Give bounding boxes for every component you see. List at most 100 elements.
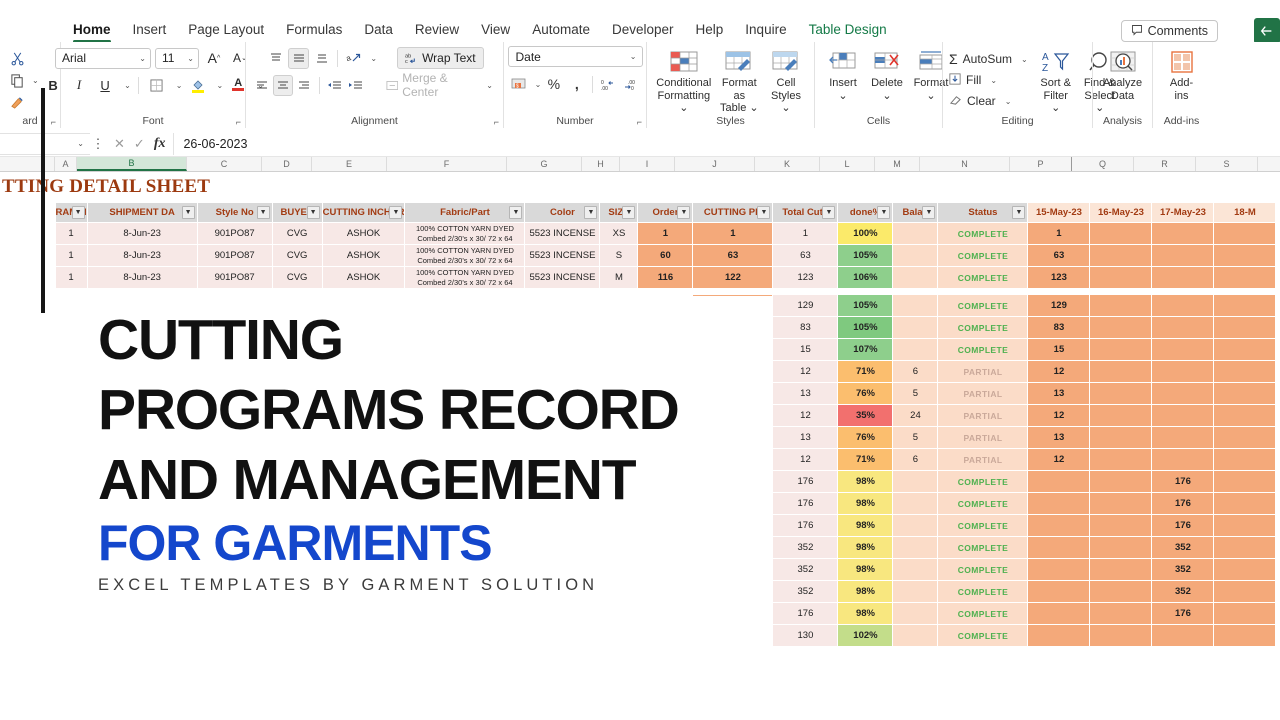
cell-shipment-date[interactable]: 8-Jun-23	[87, 223, 197, 245]
cell-balance[interactable]	[893, 515, 938, 537]
cell-color[interactable]: 5523 INCENSE	[525, 245, 600, 267]
decrease-decimal-button[interactable]: .000	[621, 74, 642, 95]
cancel-entry-button[interactable]: ✕	[114, 136, 125, 152]
cell-total-cutting[interactable]: 13	[773, 383, 838, 405]
column-header-G[interactable]: G	[507, 157, 582, 171]
align-left-button[interactable]	[252, 75, 271, 96]
cell-date-18may[interactable]	[1214, 339, 1276, 361]
cell-status[interactable]: COMPLETE	[938, 267, 1028, 289]
font-size-input[interactable]: 11 ⌄	[155, 48, 199, 69]
cell-date-18may[interactable]	[1214, 581, 1276, 603]
increase-font-size-button[interactable]: A^	[203, 48, 225, 69]
cell-cutting-incharge[interactable]: ASHOK	[322, 245, 405, 267]
cell-date-16may[interactable]	[1090, 267, 1152, 289]
clipboard-dialog-launcher[interactable]: ⌐	[51, 117, 56, 127]
fill-button[interactable]: Fill ⌄	[949, 70, 1028, 90]
filter-dropdown-icon[interactable]: ▼	[389, 206, 402, 219]
cell-balance[interactable]	[893, 339, 938, 361]
cell-shipment-date[interactable]: 8-Jun-23	[87, 267, 197, 289]
column-header-D[interactable]: D	[262, 157, 312, 171]
cell-date-17may[interactable]: 352	[1152, 537, 1214, 559]
cell-balance[interactable]: 5	[893, 427, 938, 449]
cell-size[interactable]: M	[600, 267, 638, 289]
cell-status[interactable]: PARTIAL	[938, 361, 1028, 383]
cell-date-16may[interactable]	[1090, 471, 1152, 493]
cell-done-percent[interactable]: 98%	[838, 493, 893, 515]
wrap-text-button[interactable]: abc Wrap Text	[397, 47, 484, 69]
cell-status[interactable]: PARTIAL	[938, 383, 1028, 405]
bold-button[interactable]: B	[42, 75, 64, 96]
cell-done-percent[interactable]: 71%	[838, 361, 893, 383]
cell-date-18may[interactable]	[1214, 361, 1276, 383]
cell-style-no[interactable]: 901PO87	[197, 267, 272, 289]
cell-total-cutting[interactable]: 130	[773, 625, 838, 647]
italic-button[interactable]: I	[68, 75, 90, 96]
cell-balance[interactable]: 6	[893, 449, 938, 471]
ribbon-tab-automate[interactable]: Automate	[521, 20, 601, 41]
autosum-button[interactable]: Σ AutoSum ⌄	[949, 49, 1028, 69]
sort-filter-button[interactable]: AZ Sort & Filter ⌄	[1034, 46, 1078, 116]
cell-status[interactable]: PARTIAL	[938, 449, 1028, 471]
cell-date-16may[interactable]	[1090, 317, 1152, 339]
cell-done-percent[interactable]: 98%	[838, 471, 893, 493]
cell-done-percent[interactable]: 98%	[838, 581, 893, 603]
cell-status[interactable]: COMPLETE	[938, 317, 1028, 339]
cell-balance[interactable]	[893, 471, 938, 493]
cell-done-percent[interactable]: 98%	[838, 603, 893, 625]
filter-dropdown-icon[interactable]: ▼	[877, 206, 890, 219]
column-header-B[interactable]: B	[77, 157, 187, 171]
cell-balance[interactable]: 6	[893, 361, 938, 383]
delete-cells-button[interactable]: Delete⌄	[865, 46, 909, 103]
cell-balance[interactable]	[893, 559, 938, 581]
cell-balance[interactable]	[893, 317, 938, 339]
cell-date-18may[interactable]	[1214, 449, 1276, 471]
column-filter-header-0[interactable]: RAM N▼	[55, 203, 87, 223]
cell-date-18may[interactable]	[1214, 267, 1276, 289]
filter-dropdown-icon[interactable]: ▼	[677, 206, 690, 219]
cell-date-16may[interactable]	[1090, 559, 1152, 581]
cell-buyer[interactable]: CVG	[272, 245, 322, 267]
cell-date-15may[interactable]: 1	[1028, 223, 1090, 245]
cell-balance[interactable]: 24	[893, 405, 938, 427]
cell-done-percent[interactable]: 105%	[838, 317, 893, 339]
cell-cutting-incharge[interactable]: ASHOK	[322, 267, 405, 289]
cell-date-16may[interactable]	[1090, 493, 1152, 515]
cell-total-cutting[interactable]: 63	[773, 245, 838, 267]
cell-status[interactable]: PARTIAL	[938, 405, 1028, 427]
column-filter-header-3[interactable]: BUYER▼	[272, 203, 322, 223]
cut-button[interactable]	[10, 48, 25, 68]
cell-done-percent[interactable]: 106%	[838, 267, 893, 289]
column-filter-header-13[interactable]: Status▼	[938, 203, 1028, 223]
borders-button[interactable]	[146, 75, 168, 96]
cell-balance[interactable]	[893, 581, 938, 603]
column-header-Q[interactable]: Q	[1072, 157, 1134, 171]
cell-status[interactable]: PARTIAL	[938, 427, 1028, 449]
cell-fabric-part[interactable]: 100% COTTON YARN DYEDCombed 2/30's x 30/…	[405, 223, 525, 245]
cell-done-percent[interactable]: 105%	[838, 295, 893, 317]
cell-fabric-part[interactable]: 100% COTTON YARN DYEDCombed 2/30's x 30/…	[405, 245, 525, 267]
column-header-E[interactable]: E	[312, 157, 387, 171]
cell-size[interactable]: XS	[600, 223, 638, 245]
column-filter-header-9[interactable]: CUTTING PR▼	[693, 203, 773, 223]
cell-date-15may[interactable]: 15	[1028, 339, 1090, 361]
cell-date-16may[interactable]	[1090, 449, 1152, 471]
fill-color-button[interactable]	[187, 75, 209, 96]
cell-cutting-incharge[interactable]: ASHOK	[322, 223, 405, 245]
align-bottom-button[interactable]	[311, 48, 332, 69]
column-header-K[interactable]: K	[755, 157, 820, 171]
ribbon-tab-formulas[interactable]: Formulas	[275, 20, 353, 41]
conditional-formatting-button[interactable]: Conditional Formatting ⌄	[653, 46, 715, 116]
cell-status[interactable]: COMPLETE	[938, 295, 1028, 317]
filter-dropdown-icon[interactable]: ▼	[584, 206, 597, 219]
cell-balance[interactable]	[893, 537, 938, 559]
cell-style-no[interactable]: 901PO87	[197, 245, 272, 267]
orientation-dropdown[interactable]: ⌄	[370, 54, 377, 63]
cell-date-16may[interactable]	[1090, 405, 1152, 427]
share-button[interactable]	[1254, 18, 1280, 44]
align-center-button[interactable]	[273, 75, 292, 96]
column-filter-header-2[interactable]: Style No▼	[197, 203, 272, 223]
cell-date-16may[interactable]	[1090, 581, 1152, 603]
cell-date-18may[interactable]	[1214, 515, 1276, 537]
cell-total-cutting[interactable]: 12	[773, 405, 838, 427]
cell-date-17may[interactable]	[1152, 317, 1214, 339]
